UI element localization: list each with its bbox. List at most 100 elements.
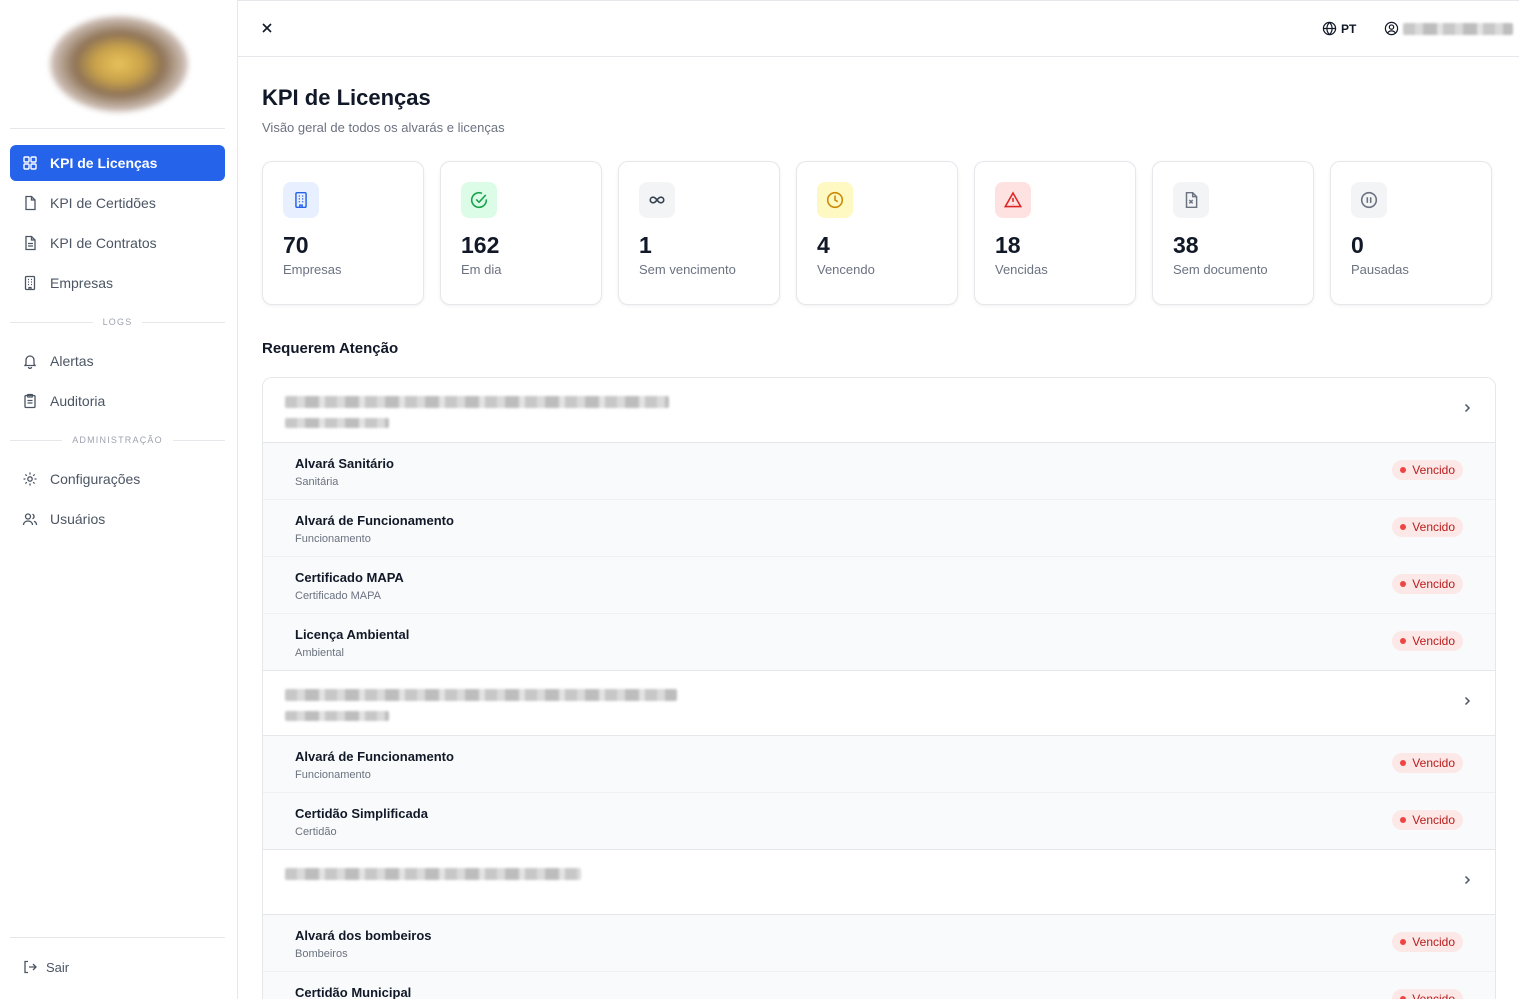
kpi-icon-bg xyxy=(283,182,319,218)
kpi-card-pausadas[interactable]: 0 Pausadas xyxy=(1330,161,1492,305)
sidebar-item-kpi-contratos[interactable]: KPI de Contratos xyxy=(10,225,225,261)
sidebar-item-kpi-licencas[interactable]: KPI de Licenças xyxy=(10,145,225,181)
license-name: Certidão Simplificada xyxy=(295,806,428,821)
sidebar-nav: KPI de Licenças KPI de Certidões KPI de … xyxy=(0,129,237,537)
kpi-icon-bg xyxy=(817,182,853,218)
company-name-redacted xyxy=(285,396,669,408)
chevron-right-icon xyxy=(1464,875,1471,885)
page-title: KPI de Licenças xyxy=(262,85,431,110)
kpi-value: 162 xyxy=(461,232,500,258)
sidebar-item-label: KPI de Licenças xyxy=(50,155,158,171)
clock-icon xyxy=(826,191,844,209)
language-selector[interactable]: PT xyxy=(1322,21,1356,36)
user-menu[interactable] xyxy=(1384,21,1513,36)
sidebar-item-label: Configurações xyxy=(50,471,141,487)
user-name-redacted xyxy=(1403,22,1513,35)
license-name: Alvará de Funcionamento xyxy=(295,513,454,528)
company-group-header[interactable] xyxy=(263,671,1495,736)
license-row[interactable]: Certidão Municipal Vencido xyxy=(263,972,1495,999)
company-group-header[interactable] xyxy=(263,378,1495,443)
user-circle-icon xyxy=(1384,21,1399,36)
alert-triangle-icon xyxy=(1004,191,1022,208)
license-name: Certificado MAPA xyxy=(295,570,404,585)
chevron-right-icon xyxy=(1464,696,1471,706)
logout-icon xyxy=(22,959,38,975)
sidebar-item-label: Auditoria xyxy=(50,393,106,409)
sidebar-item-label: KPI de Contratos xyxy=(50,235,157,251)
license-row[interactable]: Licença Ambiental Ambiental Vencido xyxy=(263,614,1495,671)
sidebar-item-configuracoes[interactable]: Configurações xyxy=(10,461,225,497)
close-sidebar-button[interactable] xyxy=(258,19,276,37)
status-badge: Vencido xyxy=(1392,932,1463,952)
company-name-redacted xyxy=(285,868,581,880)
kpi-value: 38 xyxy=(1173,232,1199,258)
kpi-value: 4 xyxy=(817,232,830,258)
license-row[interactable]: Alvará de Funcionamento Funcionamento Ve… xyxy=(263,500,1495,557)
section-label-logs: LOGS xyxy=(10,317,225,327)
sidebar-item-alertas[interactable]: Alertas xyxy=(10,343,225,379)
logout-label: Sair xyxy=(46,959,70,975)
company-group-header[interactable] xyxy=(263,850,1495,915)
company-logo[interactable] xyxy=(49,16,188,112)
status-badge: Vencido xyxy=(1392,460,1463,480)
license-type: Bombeiros xyxy=(295,948,348,960)
sidebar-item-label: KPI de Certidões xyxy=(50,195,156,211)
kpi-card-vencendo[interactable]: 4 Vencendo xyxy=(796,161,958,305)
license-type: Sanitária xyxy=(295,476,339,488)
company-id-redacted xyxy=(285,711,389,721)
chevron-right-icon xyxy=(1464,403,1471,413)
users-icon xyxy=(22,511,38,527)
pause-circle-icon xyxy=(1360,191,1378,209)
sidebar-item-kpi-certidoes[interactable]: KPI de Certidões xyxy=(10,185,225,221)
close-icon xyxy=(262,23,272,33)
kpi-label: Pausadas xyxy=(1351,262,1409,277)
license-row[interactable]: Alvará dos bombeiros Bombeiros Vencido xyxy=(263,915,1495,972)
sidebar-item-usuarios[interactable]: Usuários xyxy=(10,501,225,537)
status-badge: Vencido xyxy=(1392,631,1463,651)
kpi-label: Vencidas xyxy=(995,262,1048,277)
sidebar-item-label: Alertas xyxy=(50,353,94,369)
kpi-card-empresas[interactable]: 70 Empresas xyxy=(262,161,424,305)
license-name: Alvará de Funcionamento xyxy=(295,749,454,764)
kpi-card-vencidas[interactable]: 18 Vencidas xyxy=(974,161,1136,305)
bell-icon xyxy=(22,353,38,369)
kpi-icon-bg xyxy=(1351,182,1387,218)
check-circle-icon xyxy=(470,191,488,209)
sidebar-item-label: Empresas xyxy=(50,275,114,291)
kpi-value: 1 xyxy=(639,232,652,258)
file-icon xyxy=(22,195,38,211)
license-type: Certidão xyxy=(295,826,337,838)
sidebar-item-label: Usuários xyxy=(50,511,106,527)
sidebar-item-auditoria[interactable]: Auditoria xyxy=(10,383,225,419)
globe-icon xyxy=(1322,21,1337,36)
kpi-value: 18 xyxy=(995,232,1021,258)
license-type: Certificado MAPA xyxy=(295,590,381,602)
license-row[interactable]: Certidão Simplificada Certidão Vencido xyxy=(263,793,1495,850)
license-name: Certidão Municipal xyxy=(295,985,412,999)
logout-button[interactable]: Sair xyxy=(10,938,225,996)
status-dot xyxy=(1400,581,1407,587)
kpi-card-em-dia[interactable]: 162 Em dia xyxy=(440,161,602,305)
attention-list: Alvará Sanitário Sanitária Vencido Alvar… xyxy=(262,377,1496,999)
kpi-card-sem-documento[interactable]: 38 Sem documento xyxy=(1152,161,1314,305)
status-dot xyxy=(1400,817,1407,823)
license-name: Alvará dos bombeiros xyxy=(295,928,432,943)
license-row[interactable]: Alvará de Funcionamento Funcionamento Ve… xyxy=(263,736,1495,793)
license-row[interactable]: Certificado MAPA Certificado MAPA Vencid… xyxy=(263,557,1495,614)
kpi-label: Empresas xyxy=(283,262,342,277)
status-badge: Vencido xyxy=(1392,753,1463,773)
kpi-cards: 70 Empresas 162 Em dia 1 Sem vencimento … xyxy=(262,161,1492,305)
file-x-icon xyxy=(1185,191,1198,209)
status-dot xyxy=(1400,638,1407,644)
kpi-label: Em dia xyxy=(461,262,502,277)
sidebar-item-empresas[interactable]: Empresas xyxy=(10,265,225,301)
kpi-label: Sem documento xyxy=(1173,262,1268,277)
kpi-value: 0 xyxy=(1351,232,1364,258)
infinity-icon xyxy=(649,196,665,204)
grid-icon xyxy=(22,155,38,171)
license-type: Funcionamento xyxy=(295,769,371,781)
company-id-redacted xyxy=(285,418,389,428)
kpi-icon-bg xyxy=(995,182,1031,218)
license-row[interactable]: Alvará Sanitário Sanitária Vencido xyxy=(263,443,1495,500)
kpi-card-sem-vencimento[interactable]: 1 Sem vencimento xyxy=(618,161,780,305)
